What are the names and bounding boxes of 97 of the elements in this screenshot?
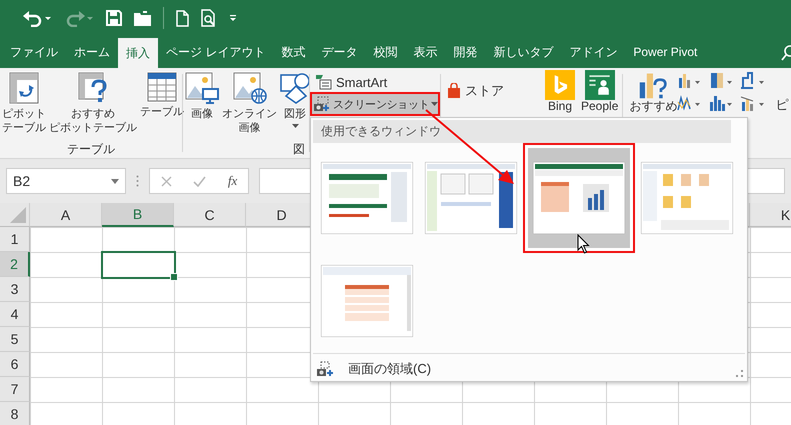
grid-cell[interactable] <box>102 227 174 252</box>
grid-cell[interactable] <box>174 377 246 402</box>
grid-cell[interactable] <box>102 302 174 327</box>
row-header[interactable]: 2 <box>0 252 30 277</box>
grid-cell[interactable] <box>462 402 534 425</box>
grid-cell[interactable] <box>30 402 102 425</box>
grid-cell[interactable] <box>30 377 102 402</box>
group-label: 図 <box>293 141 305 158</box>
image-globe-icon <box>232 72 266 104</box>
ribbon-button[interactable]: 画像 <box>184 72 220 139</box>
row-header[interactable]: 6 <box>0 352 30 377</box>
smartart-button[interactable]: SmartArt <box>312 72 438 92</box>
grid-cell[interactable] <box>30 302 102 327</box>
shopping-bag-icon <box>446 83 462 99</box>
store-button[interactable]: ストア <box>443 80 543 102</box>
grid-cell[interactable] <box>30 252 102 277</box>
row-header[interactable]: 5 <box>0 327 30 352</box>
ribbon-tab[interactable]: 校閲 <box>365 36 406 68</box>
grid-cell[interactable] <box>174 227 246 252</box>
row-header[interactable]: 8 <box>0 402 30 425</box>
ribbon-tab[interactable]: 挿入 <box>118 38 158 68</box>
ribbon-tab[interactable]: 新しいタブ <box>485 36 562 68</box>
smartart-icon <box>315 74 333 90</box>
grid-cell[interactable] <box>174 277 246 302</box>
shapes-icon <box>280 72 310 104</box>
screen-clipping-item[interactable]: 画面の領域(C) <box>313 353 745 384</box>
group-label: テーブル <box>67 141 115 158</box>
camera-plus-icon <box>313 96 331 112</box>
column-header[interactable]: A <box>30 203 102 227</box>
resize-grip-icon[interactable] <box>736 370 743 377</box>
ribbon-tab[interactable]: アドイン <box>561 36 626 68</box>
image-monitor-icon <box>185 72 219 104</box>
grid-cell[interactable] <box>30 277 102 302</box>
new-document-icon[interactable] <box>176 10 189 26</box>
ribbon-tab[interactable]: ホーム <box>66 36 118 68</box>
grid-cell[interactable] <box>318 402 390 425</box>
ribbon-button[interactable]: ピボット テーブル <box>1 72 47 139</box>
ribbon-tab[interactable]: ページ レイアウト <box>158 36 274 68</box>
pivot-table-icon <box>9 72 39 104</box>
grid-cell[interactable] <box>390 402 462 425</box>
row-header[interactable]: 3 <box>0 277 30 302</box>
mouse-pointer-icon <box>577 234 590 254</box>
ribbon-tab[interactable]: 表示 <box>405 36 446 68</box>
check-icon[interactable] <box>193 176 206 186</box>
grid-cell[interactable] <box>102 402 174 425</box>
row-header[interactable]: 7 <box>0 377 30 402</box>
ribbon-tab[interactable]: 数式 <box>273 36 314 68</box>
ribbon-button[interactable]: オンライン 画像 <box>221 72 278 139</box>
grid-cell[interactable] <box>678 402 750 425</box>
grid-cell[interactable] <box>102 352 174 377</box>
column-header[interactable]: C <box>174 203 246 227</box>
pivot-table-question-icon <box>78 72 108 104</box>
insert-function-button[interactable]: fx <box>228 173 238 189</box>
grid-cell[interactable] <box>606 402 678 425</box>
screenshot-button[interactable]: スクリーンショット <box>312 94 438 114</box>
grip-icon <box>136 175 139 187</box>
window-thumbnail[interactable] <box>523 143 635 253</box>
table-icon <box>147 72 177 102</box>
caret-icon <box>111 178 119 184</box>
grid-cell[interactable] <box>174 327 246 352</box>
ribbon-tab[interactable]: 開発 <box>445 36 486 68</box>
menu-heading: 使用できるウィンドウ <box>313 120 731 143</box>
column-header[interactable]: B <box>102 203 174 227</box>
grid-cell[interactable] <box>30 352 102 377</box>
caret-icon <box>292 124 298 128</box>
folder-icon[interactable] <box>134 10 151 26</box>
grid-cell[interactable] <box>102 327 174 352</box>
app-button[interactable]: People <box>581 70 618 113</box>
ribbon-tab[interactable]: Power Pivot <box>625 36 706 68</box>
cancel-icon[interactable] <box>160 176 172 186</box>
undo-icon[interactable] <box>22 9 52 27</box>
grid-cell[interactable] <box>174 402 246 425</box>
customize-menu-icon[interactable] <box>229 14 237 22</box>
row-header[interactable]: 1 <box>0 227 30 252</box>
name-box[interactable]: B2 <box>6 168 126 194</box>
ribbon-button[interactable]: 図形 <box>279 72 311 139</box>
grid-cell[interactable] <box>102 377 174 402</box>
ribbon-button[interactable]: おすすめ ピボットテーブル <box>48 72 138 139</box>
select-all-icon[interactable] <box>10 207 26 223</box>
caret-icon <box>431 102 438 106</box>
search-icon[interactable] <box>781 45 791 61</box>
grid-cell[interactable] <box>174 302 246 327</box>
ribbon-tab[interactable]: ファイル <box>2 36 66 68</box>
grid-cell[interactable] <box>30 227 102 252</box>
print-preview-icon[interactable] <box>201 9 217 27</box>
app-button[interactable]: Bing <box>545 70 575 113</box>
grid-cell[interactable] <box>174 352 246 377</box>
grid-cell[interactable] <box>534 402 606 425</box>
ribbon-button-label: ピ <box>775 96 788 114</box>
grid-cell[interactable] <box>246 402 318 425</box>
camera-plus-icon <box>317 361 334 377</box>
recommended-charts-button[interactable]: おすすめ <box>623 68 678 113</box>
column-header[interactable]: K <box>750 203 791 227</box>
row-header[interactable]: 4 <box>0 302 30 327</box>
grid-cell[interactable] <box>30 327 102 352</box>
save-icon[interactable] <box>106 10 122 26</box>
ribbon-tab[interactable]: データ <box>313 36 366 68</box>
